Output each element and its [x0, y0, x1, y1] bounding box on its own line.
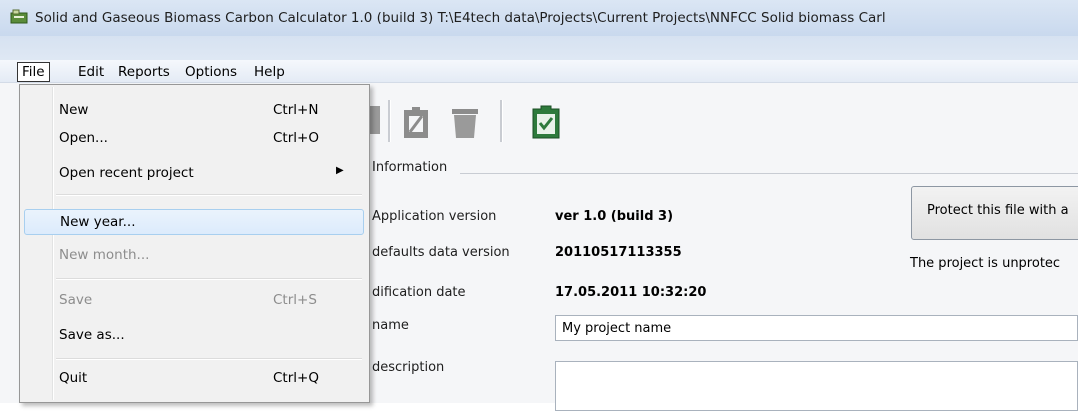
menu-item-new-month[interactable]: New month...	[24, 243, 364, 269]
menu-separator	[56, 358, 362, 360]
menu-item-new-year[interactable]: New year...	[24, 209, 364, 235]
menu-item-save[interactable]: Save Ctrl+S	[24, 288, 364, 314]
menu-item-quit[interactable]: Quit Ctrl+Q	[24, 366, 364, 392]
trash-icon[interactable]	[448, 104, 482, 140]
menu-item-save-as[interactable]: Save as...	[24, 323, 364, 349]
toolbar-separator	[388, 100, 391, 142]
label-app-version: Application version	[372, 209, 497, 224]
value-defaults-version: 20110517113355	[555, 245, 682, 260]
menu-item-label: Save	[59, 292, 93, 308]
menu-item-label: Save as...	[59, 327, 125, 343]
label-modification-date: dification date	[372, 285, 466, 300]
description-input[interactable]	[555, 361, 1078, 411]
file-menu-dropdown: New Ctrl+N Open... Ctrl+O Open recent pr…	[19, 84, 370, 403]
protect-file-button[interactable]: Protect this file with a	[911, 186, 1078, 240]
menu-item-label: New	[59, 102, 89, 118]
menu-item-open-recent[interactable]: Open recent project ▶	[24, 161, 364, 187]
menu-file[interactable]: File	[17, 62, 50, 82]
menu-help[interactable]: Help	[250, 63, 289, 81]
menu-item-shortcut: Ctrl+N	[273, 102, 319, 118]
menu-item-label: New month...	[59, 247, 150, 263]
menu-item-open[interactable]: Open... Ctrl+O	[24, 126, 364, 152]
menu-item-label: Quit	[59, 370, 88, 386]
label-description: description	[372, 360, 445, 375]
menu-item-label: New year...	[60, 214, 136, 230]
toolbar-separator	[500, 100, 503, 142]
value-modification-date: 17.05.2011 10:32:20	[555, 285, 707, 300]
menu-separator	[56, 278, 362, 280]
menu-options[interactable]: Options	[181, 63, 241, 81]
protection-status: The project is unprotec	[910, 256, 1061, 271]
group-border	[460, 173, 1078, 174]
menu-edit[interactable]: Edit	[74, 63, 108, 81]
app-icon	[10, 9, 28, 24]
menu-reports[interactable]: Reports	[114, 63, 174, 81]
menu-item-new[interactable]: New Ctrl+N	[24, 98, 364, 124]
menu-item-label: Open...	[59, 130, 108, 146]
menu-item-shortcut: Ctrl+S	[273, 292, 317, 308]
menu-item-label: Open recent project	[59, 165, 194, 181]
label-defaults-version: defaults data version	[372, 245, 510, 260]
menu-item-shortcut: Ctrl+Q	[273, 370, 319, 386]
save-icon[interactable]	[370, 104, 380, 136]
clipboard-disabled-icon[interactable]	[398, 104, 434, 140]
value-app-version: ver 1.0 (build 3)	[555, 209, 674, 224]
group-title: Information	[372, 160, 448, 175]
clipboard-check-icon[interactable]	[528, 104, 564, 140]
title-bar: Solid and Gaseous Biomass Carbon Calcula…	[0, 0, 1078, 37]
label-project-name: name	[372, 318, 409, 333]
menu-item-shortcut: Ctrl+O	[273, 130, 319, 146]
submenu-arrow-icon: ▶	[336, 165, 344, 176]
window-title: Solid and Gaseous Biomass Carbon Calcula…	[35, 10, 886, 26]
project-name-input[interactable]: My project name	[555, 315, 1078, 341]
menu-separator	[56, 194, 362, 196]
